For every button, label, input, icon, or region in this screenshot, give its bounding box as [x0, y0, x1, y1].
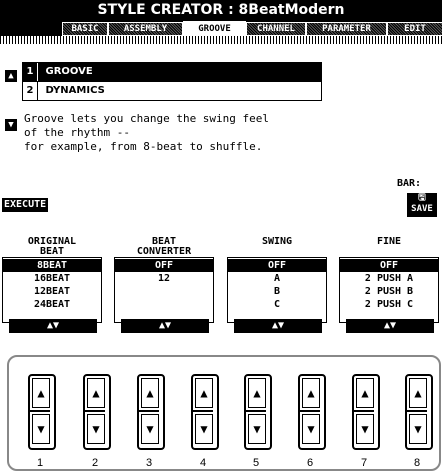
down-arrow-icon[interactable]: ▼ [141, 414, 159, 444]
description-line: for example, from 8-beat to shuffle. [24, 140, 263, 153]
list-item[interactable]: 2 PUSH B [339, 285, 439, 298]
tab-parameter[interactable]: PARAMETER [306, 22, 387, 36]
menu-item-groove[interactable]: 1 GROOVE [22, 62, 322, 82]
execute-button[interactable]: EXECUTE [2, 198, 49, 212]
down-arrow-icon[interactable]: ▼ [32, 414, 50, 444]
tab-edit[interactable]: EDIT [387, 22, 442, 36]
down-arrow-icon[interactable]: ▼ [356, 414, 374, 444]
button-number: 4 [199, 457, 207, 469]
button-number: 8 [413, 457, 421, 469]
column-header: SWING [227, 237, 327, 247]
menu-item-number: 2 [23, 82, 38, 100]
save-button[interactable]: 🖫 SAVE [407, 193, 437, 217]
up-down-button-6: ▲ ▼ [298, 374, 326, 450]
up-down-button-2: ▲ ▼ [83, 374, 111, 450]
menu-item-number: 1 [23, 63, 38, 81]
down-arrow-icon[interactable]: ▼ [248, 414, 266, 444]
down-arrow-icon[interactable]: ▼ [87, 414, 105, 444]
column-2-scroll-button[interactable]: ▲▼ [121, 319, 209, 333]
value-list: OFF A B C [227, 259, 327, 311]
tab-groove[interactable]: GROOVE [183, 21, 246, 37]
up-down-button-3: ▲ ▼ [137, 374, 165, 450]
floppy-icon: 🖫 [418, 193, 426, 203]
button-number: 1 [36, 457, 44, 469]
list-item[interactable]: OFF [339, 259, 439, 272]
up-arrow-icon[interactable]: ▲ [32, 378, 50, 408]
up-arrow-icon[interactable]: ▲ [248, 378, 266, 408]
down-arrow-icon[interactable]: ▼ [195, 414, 213, 444]
up-down-button-1: ▲ ▼ [28, 374, 56, 450]
column-header-line2: CONVERTER [136, 246, 192, 257]
menu-item-label: GROOVE [45, 66, 93, 77]
list-item[interactable]: 2 PUSH A [339, 272, 439, 285]
button-number: 2 [91, 457, 99, 469]
list-item[interactable]: C [227, 298, 327, 311]
menu-list: 1 GROOVE 2 DYNAMICS [22, 62, 322, 101]
list-item[interactable]: 12BEAT [2, 285, 102, 298]
column-header: ORIGINAL BEAT [2, 237, 102, 257]
list-item[interactable]: A [227, 272, 327, 285]
up-down-button-5: ▲ ▼ [244, 374, 272, 450]
up-arrow-icon[interactable]: ▲ [409, 378, 427, 408]
button-number: 6 [306, 457, 314, 469]
column-3-scroll-button[interactable]: ▲▼ [234, 319, 322, 333]
list-item[interactable]: B [227, 285, 327, 298]
menu-item-dynamics[interactable]: 2 DYNAMICS [22, 82, 322, 101]
up-arrow-icon[interactable]: ▲ [356, 378, 374, 408]
list-item[interactable]: 16BEAT [2, 272, 102, 285]
button-number: 3 [145, 457, 153, 469]
button-number: 7 [360, 457, 368, 469]
down-arrow-icon[interactable]: ▼ [409, 414, 427, 444]
description-line: Groove lets you change the swing feel [24, 112, 270, 125]
description-line: of the rhythm -- [24, 126, 130, 139]
list-item[interactable]: 12 [114, 272, 214, 285]
save-label: SAVE [411, 204, 433, 214]
list-item[interactable]: OFF [227, 259, 327, 272]
column-1-scroll-button[interactable]: ▲▼ [9, 319, 97, 333]
up-arrow-icon[interactable]: ▲ [195, 378, 213, 408]
up-arrow-icon[interactable]: ▲ [302, 378, 320, 408]
column-header-line2: SWING [261, 236, 293, 247]
up-arrow-icon[interactable]: ▲ [141, 378, 159, 408]
up-arrow-icon[interactable]: ▲ [87, 378, 105, 408]
list-item[interactable]: 2 PUSH C [339, 298, 439, 311]
column-header: BEAT CONVERTER [114, 237, 214, 257]
value-list: 8BEAT 16BEAT 12BEAT 24BEAT [2, 259, 102, 311]
tab-basic[interactable]: BASIC [62, 22, 108, 36]
bar-label: BAR: [397, 178, 422, 189]
list-item[interactable]: 24BEAT [2, 298, 102, 311]
menu-item-label: DYNAMICS [45, 85, 105, 96]
header-rule [0, 36, 442, 44]
window-title: STYLE CREATOR : 8BeatModern [0, 0, 442, 20]
list-item[interactable]: OFF [114, 259, 214, 272]
button-number: 5 [252, 457, 260, 469]
value-list: OFF 2 PUSH A 2 PUSH B 2 PUSH C [339, 259, 439, 311]
column-header: FINE [339, 237, 439, 247]
tab-bar: BASIC ASSEMBLY GROOVE CHANNEL PARAMETER … [0, 20, 442, 37]
up-down-button-7: ▲ ▼ [352, 374, 380, 450]
description-text: Groove lets you change the swing feel of… [24, 112, 344, 154]
up-down-button-8: ▲ ▼ [405, 374, 433, 450]
menu-down-icon[interactable]: ▼ [5, 119, 17, 131]
value-list: OFF 12 [114, 259, 214, 285]
column-4-scroll-button[interactable]: ▲▼ [346, 319, 434, 333]
up-down-button-4: ▲ ▼ [191, 374, 219, 450]
column-header-line2: FINE [376, 236, 402, 247]
tab-channel[interactable]: CHANNEL [246, 22, 306, 36]
tab-assembly[interactable]: ASSEMBLY [108, 22, 183, 36]
down-arrow-icon[interactable]: ▼ [302, 414, 320, 444]
lcd-screen: STYLE CREATOR : 8BeatModern BASIC ASSEMB… [0, 0, 442, 343]
column-header-line2: BEAT [39, 246, 65, 257]
list-item[interactable]: 8BEAT [2, 259, 102, 272]
menu-up-icon[interactable]: ▲ [5, 70, 17, 82]
